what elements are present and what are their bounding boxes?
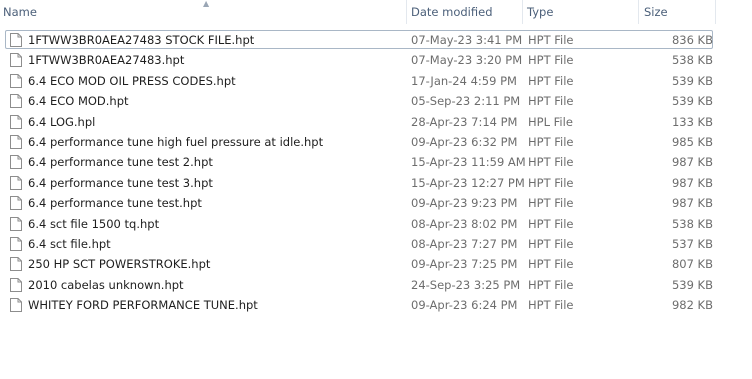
document-icon [10,175,22,190]
file-type: HPT File [528,73,574,88]
file-size: 987 KB [671,155,713,170]
file-date-modified: 08-Apr-23 8:02 PM [411,216,518,231]
file-size: 836 KB [671,33,713,47]
file-date-modified: 09-Apr-23 6:24 PM [411,298,518,313]
file-name: 6.4 ECO MOD.hpt [28,94,129,109]
file-name: WHITEY FORD PERFORMANCE TUNE.hpt [28,298,258,313]
file-row[interactable]: WHITEY FORD PERFORMANCE TUNE.hpt 09-Apr-2… [5,295,715,315]
column-header-type[interactable]: Type [524,0,638,27]
column-header-name-label: Name [3,5,37,19]
file-date-modified: 17-Jan-24 4:59 PM [411,73,517,88]
file-size: 539 KB [671,94,713,109]
file-size: 985 KB [671,134,713,149]
file-name: 6.4 ECO MOD OIL PRESS CODES.hpt [28,73,236,88]
file-size: 537 KB [671,236,713,251]
file-name: 6.4 performance tune test.hpt [28,196,202,211]
file-name: 250 HP SCT POWERSTROKE.hpt [28,257,211,272]
file-type: HPT File [528,298,574,313]
file-date-modified: 09-Apr-23 6:32 PM [411,134,518,149]
file-size: 807 KB [671,257,713,272]
file-date-modified: 08-Apr-23 7:27 PM [411,236,518,251]
file-type: HPT File [528,53,574,68]
file-date-modified: 05-Sep-23 2:11 PM [411,94,521,109]
file-row[interactable]: 6.4 LOG.hpl 28-Apr-23 7:14 PM HPL File 133 … [5,112,715,132]
file-row[interactable]: 6.4 performance tune test 3.hpt 15-Apr-23… [5,173,715,193]
document-icon [10,236,22,251]
file-name: 6.4 performance tune high fuel pressure … [28,134,324,149]
column-header-bar: ▲ Name Date modified Type Size [0,0,752,27]
file-date-modified: 28-Apr-23 7:14 PM [411,114,518,129]
file-name: 6.4 performance tune test 2.hpt [28,155,213,170]
column-header-size[interactable]: Size [641,0,715,27]
file-name: 6.4 LOG.hpl [28,114,96,129]
file-row[interactable]: 1FTWW3BR0AEA27483.hpt 07-May-23 3:20 PM HP… [5,50,715,70]
column-header-name[interactable]: Name [0,0,406,27]
file-date-modified: 09-Apr-23 7:25 PM [411,257,518,272]
file-explorer-view: ▲ Name Date modified Type Size 1FTWW3BR0… [0,0,752,379]
document-icon [10,94,22,109]
file-size: 538 KB [671,53,713,68]
document-icon [10,196,22,211]
document-icon [10,277,22,292]
document-icon [10,257,22,272]
file-type: HPT File [528,33,574,47]
document-icon [10,134,22,149]
column-divider[interactable] [638,0,639,24]
file-list: 1FTWW3BR0AEA27483 STOCK FILE.hpt 07-May-2… [5,30,715,315]
file-size: 539 KB [671,277,713,292]
file-type: HPT File [528,196,574,211]
column-header-date-label: Date modified [411,5,493,19]
file-row[interactable]: 6.4 ECO MOD OIL PRESS CODES.hpt 17-Jan-24… [5,71,715,91]
file-row[interactable]: 1FTWW3BR0AEA27483 STOCK FILE.hpt 07-May-2… [5,30,715,50]
file-type: HPT File [528,94,574,109]
file-name: 1FTWW3BR0AEA27483 STOCK FILE.hpt [28,33,255,47]
column-header-date[interactable]: Date modified [408,0,521,27]
file-name: 6.4 performance tune test 3.hpt [28,175,213,190]
file-type: HPT File [528,277,574,292]
document-icon [10,216,22,231]
file-size: 538 KB [671,216,713,231]
file-row[interactable]: 2010 cabelas unknown.hpt 24-Sep-23 3:25 P… [5,275,715,295]
file-name: 6.4 sct file 1500 tq.hpt [28,216,160,231]
file-date-modified: 07-May-23 3:41 PM [411,33,523,47]
file-date-modified: 15-Apr-23 12:27 PM [411,175,525,190]
column-header-size-label: Size [644,5,668,19]
column-divider[interactable] [715,0,716,24]
file-type: HPT File [528,175,574,190]
document-icon [10,114,22,129]
file-type: HPT File [528,236,574,251]
file-size: 133 KB [671,114,713,129]
file-type: HPL File [528,114,573,129]
document-icon [10,155,22,170]
file-type: HPT File [528,216,574,231]
file-name: 2010 cabelas unknown.hpt [28,277,184,292]
file-row[interactable]: 6.4 performance tune test.hpt 09-Apr-23 9… [5,193,715,213]
file-date-modified: 07-May-23 3:20 PM [411,53,523,68]
file-size: 987 KB [671,196,713,211]
column-divider[interactable] [406,0,407,24]
file-date-modified: 09-Apr-23 9:23 PM [411,196,518,211]
file-row[interactable]: 6.4 sct file 1500 tq.hpt 08-Apr-23 8:02 P… [5,214,715,234]
document-icon [10,298,22,313]
file-size: 982 KB [671,298,713,313]
file-date-modified: 24-Sep-23 3:25 PM [411,277,521,292]
file-name: 6.4 sct file.hpt [28,236,111,251]
column-header-type-label: Type [527,5,554,19]
file-row[interactable]: 6.4 performance tune test 2.hpt 15-Apr-23… [5,152,715,172]
file-row[interactable]: 250 HP SCT POWERSTROKE.hpt 09-Apr-23 7:25… [5,254,715,274]
document-icon [10,33,22,47]
file-date-modified: 15-Apr-23 11:59 AM [411,155,526,170]
file-size: 987 KB [671,175,713,190]
file-type: HPT File [528,257,574,272]
file-row[interactable]: 6.4 performance tune high fuel pressure … [5,132,715,152]
document-icon [10,73,22,88]
file-type: HPT File [528,155,574,170]
file-row[interactable]: 6.4 ECO MOD.hpt 05-Sep-23 2:11 PM HPT File… [5,91,715,111]
file-type: HPT File [528,134,574,149]
file-row[interactable]: 6.4 sct file.hpt 08-Apr-23 7:27 PM HPT Fil… [5,234,715,254]
file-size: 539 KB [671,73,713,88]
column-divider[interactable] [522,0,523,24]
file-name: 1FTWW3BR0AEA27483.hpt [28,53,185,68]
document-icon [10,53,22,68]
